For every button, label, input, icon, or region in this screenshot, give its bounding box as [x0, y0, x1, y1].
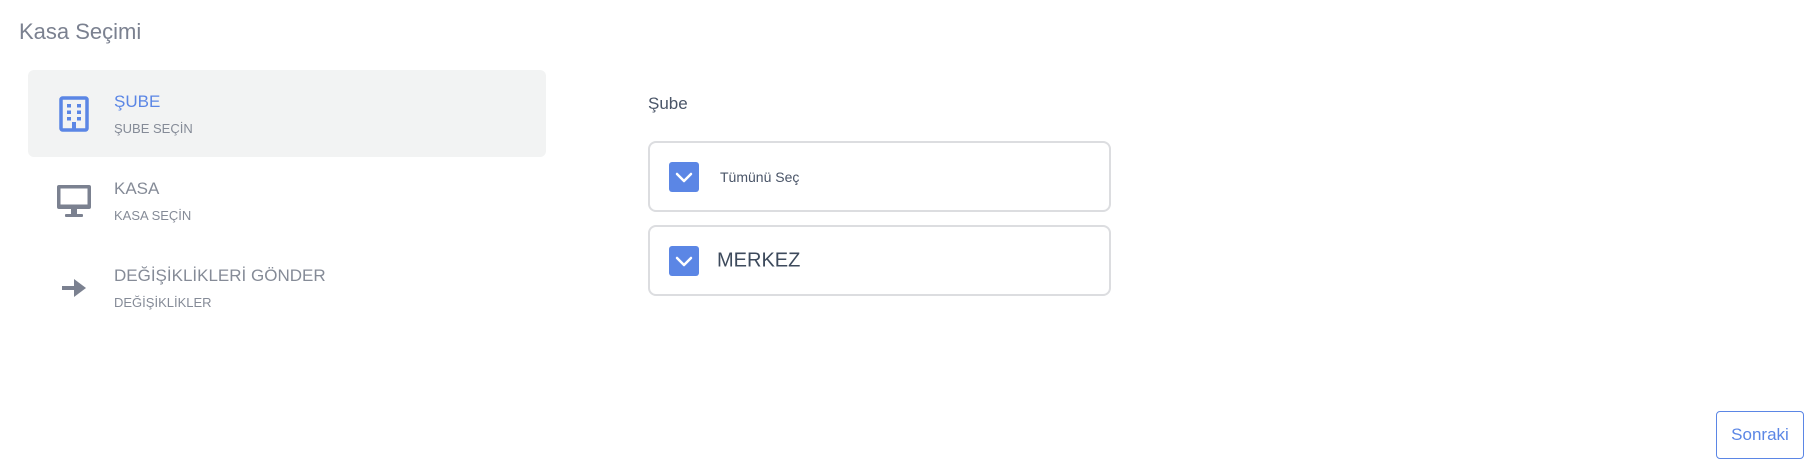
monitor-icon — [56, 183, 92, 219]
checkbox-checked[interactable] — [669, 161, 699, 192]
arrow-right-icon — [56, 270, 92, 306]
select-all-option[interactable]: Tümünü Seç — [648, 141, 1111, 212]
step-subtitle: KASA SEÇİN — [114, 207, 192, 223]
option-label: Tümünü Seç — [720, 168, 800, 185]
step-subtitle: ŞUBE SEÇİN — [114, 120, 193, 136]
branch-field-label: Şube — [648, 94, 688, 113]
step-title: KASA — [114, 178, 160, 198]
step-branch[interactable]: ŞUBE ŞUBE SEÇİN — [28, 70, 546, 157]
check-icon — [675, 172, 693, 182]
step-cash-register[interactable]: KASA KASA SEÇİN — [28, 157, 546, 244]
next-button[interactable]: Sonraki — [1716, 411, 1804, 459]
step-title: ŞUBE — [114, 91, 161, 111]
checkbox-checked[interactable] — [669, 245, 699, 276]
check-icon — [675, 256, 693, 266]
building-icon — [56, 95, 92, 132]
option-label: MERKEZ — [717, 249, 801, 271]
step-send-changes[interactable]: DEĞİŞİKLİKLERİ GÖNDER DEĞİŞİKLİKLER — [28, 244, 546, 331]
page-title: Kasa Seçimi — [19, 19, 142, 44]
stepper: ŞUBE ŞUBE SEÇİN KASA KASA SEÇİN DEĞİŞİKL — [28, 70, 546, 331]
step-subtitle: DEĞİŞİKLİKLER — [114, 294, 212, 310]
branch-option-merkez[interactable]: MERKEZ — [648, 225, 1111, 296]
step-title: DEĞİŞİKLİKLERİ GÖNDER — [114, 265, 326, 285]
